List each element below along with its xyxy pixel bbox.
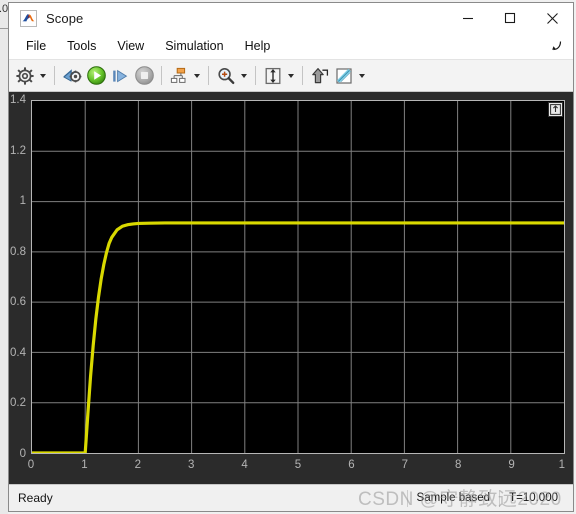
maximize-icon	[504, 12, 516, 24]
minimize-icon	[463, 17, 473, 20]
x-tick-0: 0	[27, 459, 35, 471]
x-tick-1: 1	[81, 459, 88, 471]
signal-plot	[32, 101, 564, 453]
window-controls	[447, 3, 573, 33]
y-tick-0.8: 0.8	[10, 245, 26, 258]
toolbar-separator-4	[255, 66, 256, 85]
background-window-text: .0	[0, 3, 9, 15]
configuration-properties-button[interactable]	[13, 64, 37, 88]
status-message: Ready	[18, 491, 53, 505]
status-time: T=10.000	[499, 489, 567, 507]
y-tick-1.2: 1.2	[10, 144, 26, 157]
float-undock-icon[interactable]	[548, 102, 563, 117]
play-icon	[86, 66, 106, 85]
menu-bar: File Tools View Simulation Help	[9, 33, 573, 60]
background-window-edge: .0	[0, 0, 8, 514]
zoom-in-icon	[218, 67, 235, 84]
layout-icon	[170, 67, 186, 83]
y-tick-1: 1	[19, 195, 26, 208]
layout-button[interactable]	[167, 64, 191, 88]
maximize-button[interactable]	[489, 3, 531, 33]
zoom-in-button[interactable]	[214, 64, 238, 88]
style-button[interactable]	[332, 64, 356, 88]
y-tick-0: 0	[19, 448, 26, 460]
status-right-group: Sample based T=10.000	[406, 485, 567, 511]
toolbar-separator-2	[161, 66, 162, 85]
cursor-measurements-button[interactable]	[308, 64, 332, 88]
close-button[interactable]	[531, 3, 573, 33]
undock-arrow-icon[interactable]	[548, 38, 564, 54]
style-icon	[336, 67, 352, 84]
menu-item-tools[interactable]: Tools	[58, 36, 105, 57]
configuration-properties-caret[interactable]	[37, 64, 49, 88]
x-tick-2: 2	[134, 459, 141, 471]
minimize-button[interactable]	[447, 3, 489, 33]
background-window-divider	[0, 28, 8, 29]
cursor-measurement-icon	[312, 67, 329, 83]
run-with-settings-button[interactable]	[60, 64, 84, 88]
toolbar-separator-5	[302, 66, 303, 85]
autoscale-caret[interactable]	[285, 64, 297, 88]
y-tick-0.4: 0.4	[10, 346, 26, 359]
step-forward-icon	[113, 69, 128, 82]
y-tick-0.6: 0.6	[10, 296, 26, 309]
scope-plot-area: 1.4 1.2 1 0.8 0.6 0.4 0.2 0 0 1 2 3 4 5 …	[9, 92, 573, 484]
stop-button[interactable]	[132, 64, 156, 88]
x-tick-7: 7	[401, 459, 408, 471]
x-tick-8: 8	[454, 459, 462, 471]
toolbar-separator-1	[54, 66, 55, 85]
title-bar: Scope	[9, 3, 573, 33]
x-tick-3: 3	[187, 459, 195, 471]
zoom-in-caret[interactable]	[238, 64, 250, 88]
run-settings-icon	[63, 68, 82, 82]
stop-icon	[134, 66, 154, 85]
gridlines	[32, 101, 564, 453]
y-tick-0.2: 0.2	[10, 397, 26, 410]
y-tick-1.4: 1.4	[10, 94, 26, 106]
plot-wrapper: 1.4 1.2 1 0.8 0.6 0.4 0.2 0 0 1 2 3 4 5 …	[10, 94, 571, 471]
autoscale-icon	[265, 67, 281, 84]
menu-item-file[interactable]: File	[17, 36, 55, 57]
plot-scrollbar-vertical[interactable]	[565, 92, 573, 484]
plot-canvas[interactable]	[31, 100, 565, 454]
x-tick-6: 6	[348, 459, 355, 471]
close-icon	[546, 12, 558, 24]
scope-window: Scope File Tools View Simulation Help 1.…	[8, 2, 574, 512]
toolbar	[9, 60, 573, 92]
menu-item-help[interactable]: Help	[236, 36, 280, 57]
menu-item-simulation[interactable]: Simulation	[156, 36, 232, 57]
gear-icon	[16, 66, 34, 85]
menu-item-view[interactable]: View	[108, 36, 153, 57]
x-tick-5: 5	[294, 459, 302, 471]
matlab-scope-icon	[20, 9, 37, 27]
scope-window-screenshot: .0 Scope	[0, 0, 576, 514]
x-tick-9: 9	[508, 459, 515, 471]
run-button[interactable]	[84, 64, 108, 88]
status-bar: Ready Sample based T=10.000	[9, 484, 573, 511]
toolbar-separator-3	[208, 66, 209, 85]
step-forward-button[interactable]	[108, 64, 132, 88]
x-tick-4: 4	[241, 459, 248, 471]
autoscale-button[interactable]	[261, 64, 285, 88]
window-title: Scope	[46, 10, 84, 26]
style-caret[interactable]	[356, 64, 368, 88]
status-sample-mode: Sample based	[406, 489, 500, 507]
layout-caret[interactable]	[191, 64, 203, 88]
